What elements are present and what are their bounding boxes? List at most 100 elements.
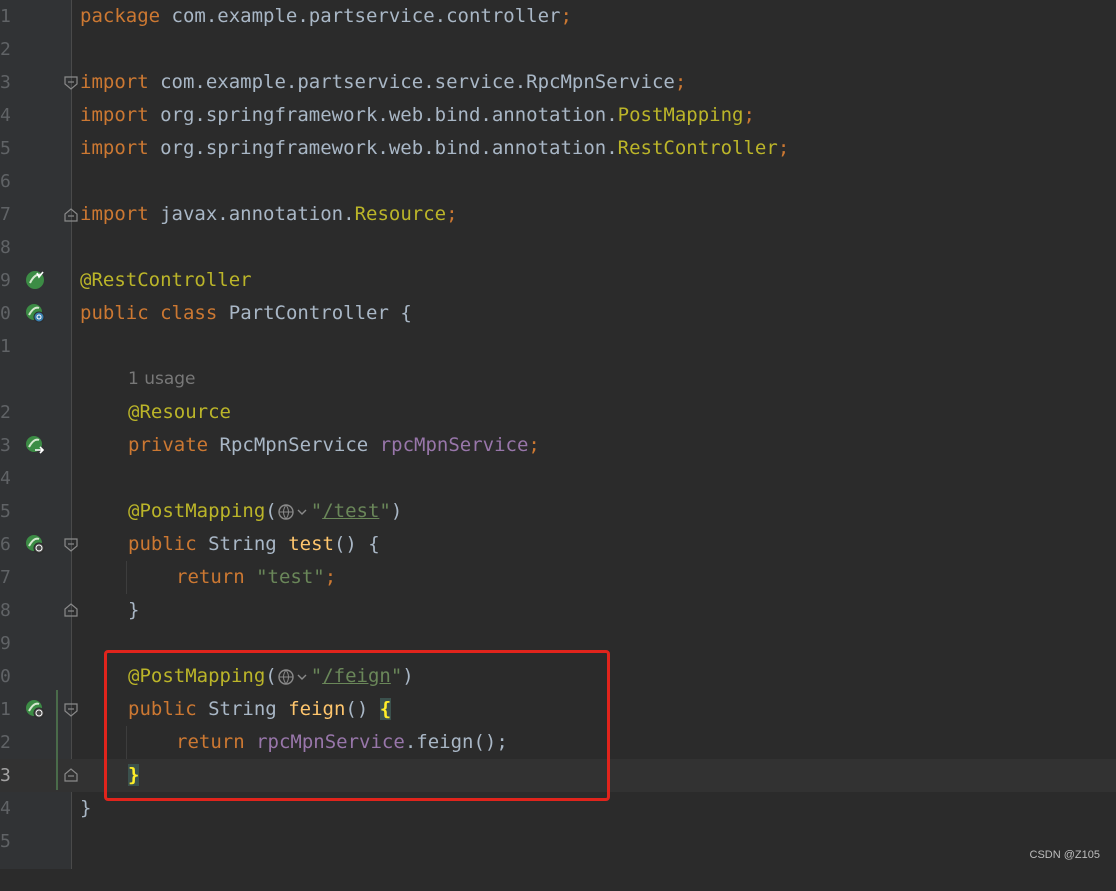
line-number: 3 <box>0 72 11 93</box>
fold-close-icon[interactable] <box>64 208 78 222</box>
code-line[interactable]: 5 @PostMapping( "/test") <box>0 495 1116 528</box>
semicolon: ; <box>446 203 458 225</box>
return-type: String <box>208 533 277 555</box>
code-line[interactable]: 4 <box>0 462 1116 495</box>
watermark: CSDN @Z105 <box>1029 849 1100 861</box>
code-line[interactable]: 8 <box>0 231 1116 264</box>
class-name: PartController <box>228 302 389 324</box>
code-line[interactable]: 1 <box>0 330 1116 363</box>
keyword-import: import <box>80 71 149 93</box>
code-line[interactable]: 2 @Resource <box>0 396 1116 429</box>
line-number: 9 <box>0 270 11 291</box>
import-path: com.example.partservice.service.RpcMpnSe… <box>160 71 675 93</box>
keyword-public: public <box>128 533 197 555</box>
import-path: org.springframework.web.bind.annotation. <box>160 137 618 159</box>
line-number: 7 <box>0 204 11 225</box>
inlay-hint-line: 1 usage <box>0 363 1116 396</box>
close-brace: } <box>128 599 140 621</box>
code-line[interactable]: 6 <box>0 165 1116 198</box>
globe-dropdown-icon[interactable] <box>277 503 311 521</box>
parens: () <box>333 533 357 555</box>
line-number: 3 <box>0 435 11 456</box>
line-number: 2 <box>0 732 11 753</box>
line-number: 7 <box>0 567 11 588</box>
line-number: 4 <box>0 798 11 819</box>
quote: " <box>310 500 323 522</box>
fold-open-icon[interactable] <box>64 538 78 552</box>
semicolon: ; <box>324 566 337 588</box>
keyword-return: return <box>176 566 245 588</box>
annotation-post-mapping: @PostMapping <box>128 500 266 522</box>
code-line[interactable]: 9 @RestController <box>0 264 1116 297</box>
paren-open: ( <box>265 500 277 522</box>
fold-close-icon[interactable] <box>64 768 78 782</box>
import-path: javax.annotation. <box>160 203 355 225</box>
import-class: RestController <box>617 137 778 159</box>
line-number: 8 <box>0 600 11 621</box>
line-number: 2 <box>0 39 11 60</box>
annotation-resource: @Resource <box>128 401 231 423</box>
method-name-test: test <box>288 533 334 555</box>
line-number: 1 <box>0 6 11 27</box>
line-number: 2 <box>0 402 11 423</box>
code-line[interactable]: 4 import org.springframework.web.bind.an… <box>0 99 1116 132</box>
spring-web-icon[interactable] <box>24 302 46 324</box>
code-line[interactable]: 3 private RpcMpnService rpcMpnService; <box>0 429 1116 462</box>
line-number: 3 <box>0 765 11 786</box>
import-class: Resource <box>354 203 447 225</box>
close-brace: } <box>80 797 92 819</box>
line-number: 8 <box>0 237 11 258</box>
line-number: 5 <box>0 501 11 522</box>
code-line[interactable]: 7 return "test"; <box>0 561 1116 594</box>
import-path: org.springframework.web.bind.annotation. <box>160 104 618 126</box>
quote: " <box>379 500 391 522</box>
code-line[interactable]: 5 <box>0 825 1116 858</box>
line-number: 1 <box>0 336 11 357</box>
url-test[interactable]: /test <box>322 500 379 522</box>
red-highlight-box <box>104 650 610 801</box>
fold-close-icon[interactable] <box>64 603 78 617</box>
code-line[interactable]: 0 public class PartController { <box>0 297 1116 330</box>
keyword-import: import <box>80 137 149 159</box>
usage-hint[interactable]: 1 usage <box>128 363 196 396</box>
semicolon: ; <box>777 137 790 159</box>
change-marker <box>56 690 58 790</box>
keyword-import: import <box>80 104 149 126</box>
line-number: 1 <box>0 699 11 720</box>
open-brace: { <box>400 302 412 324</box>
keyword-package: package <box>80 5 161 27</box>
request-mapping-icon[interactable] <box>24 698 46 720</box>
code-line[interactable]: 5 import org.springframework.web.bind.an… <box>0 132 1116 165</box>
keyword-public: public <box>80 302 149 324</box>
paren-close: ) <box>390 500 403 522</box>
line-number: 4 <box>0 468 11 489</box>
semicolon: ; <box>528 434 540 456</box>
code-line[interactable]: 7 import javax.annotation.Resource; <box>0 198 1116 231</box>
keyword-class: class <box>160 302 218 324</box>
code-line[interactable]: 8 } <box>0 594 1116 627</box>
code-line[interactable]: 1 package com.example.partservice.contro… <box>0 0 1116 33</box>
fold-open-icon[interactable] <box>64 76 78 90</box>
code-line[interactable]: 6 public String test() { <box>0 528 1116 561</box>
code-line[interactable]: 2 <box>0 33 1116 66</box>
fold-open-icon[interactable] <box>64 703 78 717</box>
spring-bean-icon[interactable] <box>24 269 46 291</box>
annotation-rest-controller: @RestController <box>80 269 252 291</box>
package-name: com.example.partservice.controller <box>171 5 561 27</box>
import-class: PostMapping <box>617 104 744 126</box>
field-type: RpcMpnService <box>219 434 369 456</box>
request-mapping-icon[interactable] <box>24 533 46 555</box>
line-number: 5 <box>0 138 11 159</box>
keyword-private: private <box>128 434 209 456</box>
semicolon: ; <box>674 71 687 93</box>
line-number: 9 <box>0 633 11 654</box>
line-number: 5 <box>0 831 11 852</box>
string-literal: "test" <box>256 566 325 588</box>
semicolon: ; <box>743 104 755 126</box>
keyword-import: import <box>80 203 149 225</box>
code-line[interactable]: 3 import com.example.partservice.service… <box>0 66 1116 99</box>
line-number: 6 <box>0 534 11 555</box>
indent-guide <box>126 561 127 594</box>
autowired-icon[interactable] <box>24 434 46 456</box>
semicolon: ; <box>560 5 572 27</box>
